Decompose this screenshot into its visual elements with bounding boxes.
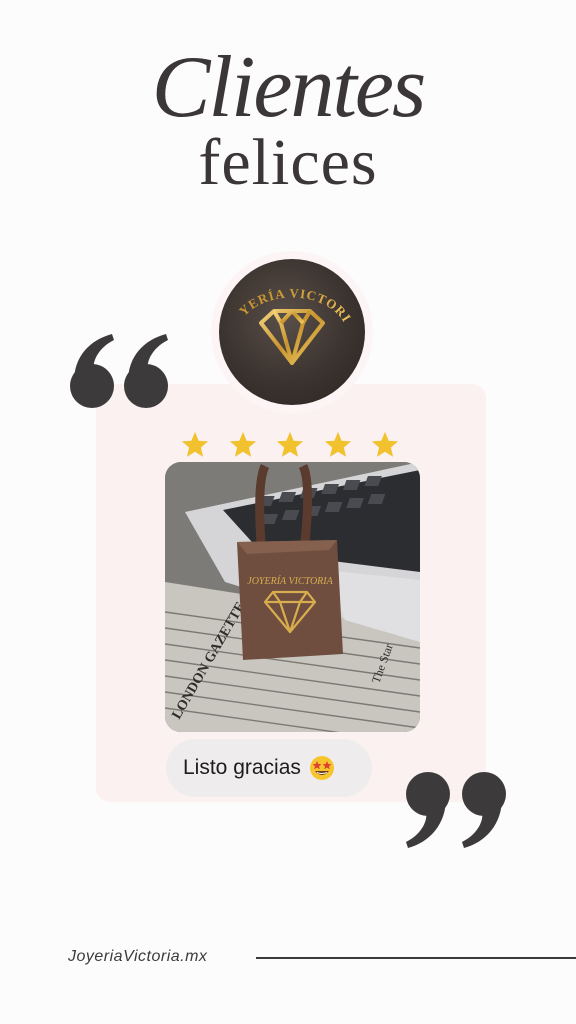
website-link[interactable]: JoyeriaVictoria.mx [68,948,207,966]
star-icon [181,431,209,457]
review-message: Listo gracias [183,756,301,779]
review-message-bubble: Listo gracias [166,739,372,797]
rating-stars [180,428,400,462]
footer-divider [256,957,576,959]
logo-artwork: JOYERÍA VICTORIA [219,259,354,365]
open-quote-icon [70,334,168,408]
diamond-icon [259,309,325,365]
star-icon [371,431,399,457]
star-icon [324,431,351,457]
star-icon [229,431,256,457]
star-icon [276,431,304,457]
star-struck-emoji-icon [309,756,334,780]
close-quote-icon [406,772,506,848]
brand-logo: JOYERÍA VICTORIA [219,259,365,405]
customer-photo: LONDON GAZETTE The Star JOYERÍA VICTORIA [165,462,420,732]
title-script: Clientes [151,39,426,136]
page-title: felices [198,126,378,199]
photo-artwork: LONDON GAZETTE The Star JOYERÍA VICTORIA [165,462,420,732]
bag-brand-text: JOYERÍA VICTORIA [247,575,333,587]
